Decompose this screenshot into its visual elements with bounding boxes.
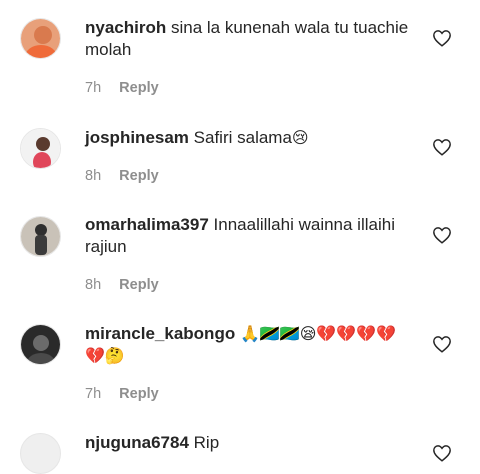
comment-time: 8h [85, 277, 102, 293]
comment-username[interactable]: njuguna6784 [85, 433, 189, 452]
comment-username[interactable]: nyachiroh [85, 18, 166, 37]
avatar[interactable] [20, 324, 61, 365]
reply-button[interactable]: Reply [119, 168, 159, 184]
comment-username[interactable]: mirancle_kabongo [85, 324, 235, 343]
comment-meta: 8h Reply [85, 277, 159, 293]
avatar[interactable] [20, 433, 61, 474]
comment-body: mirancle_kabongo 🙏🇹🇿🇹🇿😪💔💔💔💔 💔🤔 [85, 323, 415, 367]
reply-button[interactable]: Reply [119, 386, 159, 402]
comment-meta: 7h Reply [85, 386, 159, 402]
comment-meta: 7h Reply [85, 80, 159, 96]
reply-button[interactable]: Reply [119, 80, 159, 96]
heart-outline-icon[interactable] [432, 226, 452, 244]
heart-outline-icon[interactable] [432, 335, 452, 353]
comment-time: 8h [85, 168, 102, 184]
comment-text-continued: 💔🤔 [85, 346, 125, 365]
comment-body: omarhalima397 Innaalillahi wainna illaih… [85, 214, 415, 258]
comment-body: josphinesam Safiri salama😢 [85, 127, 415, 149]
comment-meta: 8h Reply [85, 168, 159, 184]
comment-username[interactable]: omarhalima397 [85, 215, 209, 234]
comment-time: 7h [85, 80, 102, 96]
avatar[interactable] [20, 128, 61, 169]
heart-outline-icon[interactable] [432, 29, 452, 47]
comment-body: nyachiroh sina la kunenah wala tu tuachi… [85, 17, 415, 61]
avatar[interactable] [20, 216, 61, 257]
comment-emoji: 😢 [291, 128, 309, 147]
heart-outline-icon[interactable] [432, 444, 452, 462]
heart-outline-icon[interactable] [432, 138, 452, 156]
comment-text: Rip [193, 433, 220, 452]
comment-time: 7h [85, 386, 102, 402]
comment-username[interactable]: josphinesam [85, 128, 189, 147]
comment-body: njuguna6784 Rip [85, 432, 415, 454]
reply-button[interactable]: Reply [119, 277, 159, 293]
comment-text: Safiri salama [193, 128, 292, 147]
comment-text: 🙏🇹🇿🇹🇿😪💔💔💔💔 [239, 324, 397, 343]
avatar[interactable] [20, 18, 61, 59]
